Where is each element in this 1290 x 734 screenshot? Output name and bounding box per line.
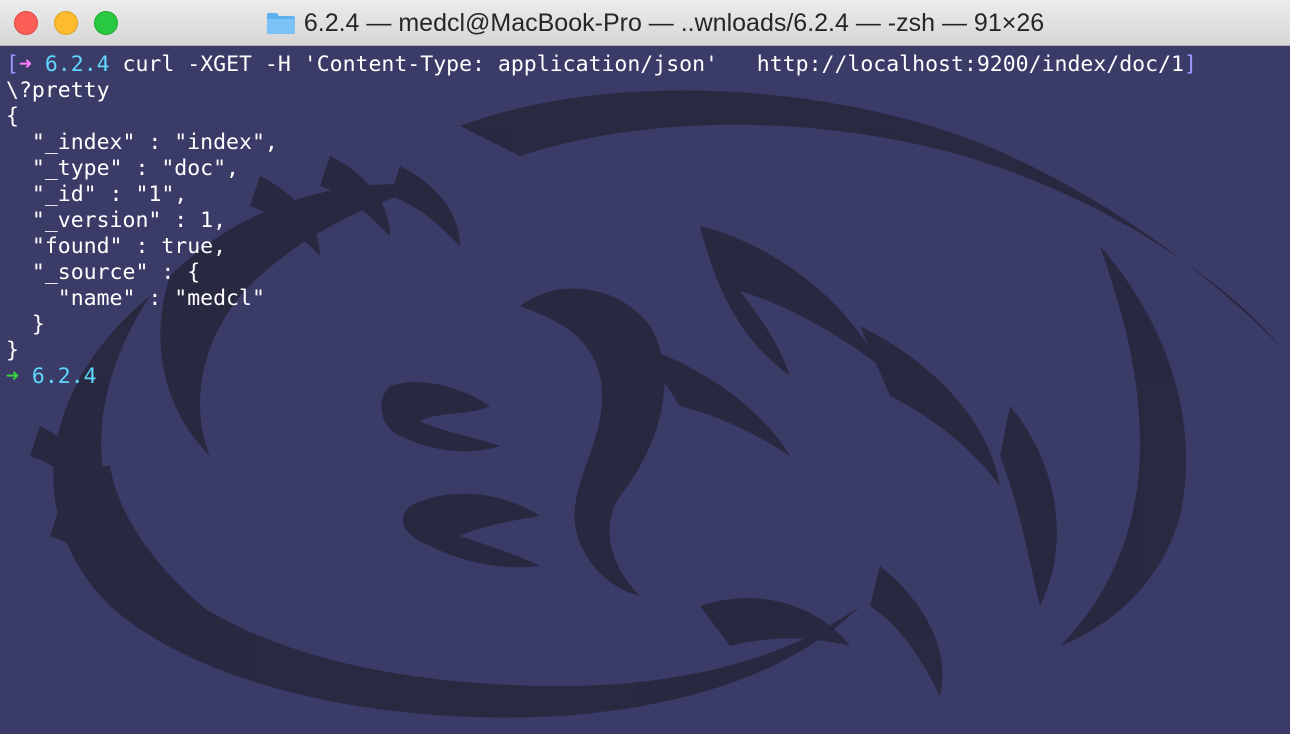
arrow-right-icon: ➜ [18,52,32,77]
prompt-directory: 6.2.4 [31,364,97,389]
output-line: "_index" : "index", [6,130,278,155]
current-prompt-line[interactable]: ➜ 6.2.4 [6,364,1197,390]
prompt-bracket-left: [ [6,52,19,77]
prompt-bracket-right: ] [1183,52,1197,77]
terminal-output: [➜ 6.2.4 curl -XGET -H 'Content-Type: ap… [6,52,1197,390]
title-bar[interactable]: 6.2.4 — medcl@MacBook-Pro — ..wnloads/6.… [0,0,1290,46]
window-title-area: 6.2.4 — medcl@MacBook-Pro — ..wnloads/6.… [0,0,1290,46]
command-text: curl -XGET -H 'Content-Type: application… [109,52,1184,77]
output-line: \?pretty [6,78,110,103]
output-line: } [6,312,45,337]
folder-icon [266,13,295,34]
output-line: "_source" : { [6,260,201,285]
prompt-directory: 6.2.4 [44,52,110,77]
terminal-pane[interactable]: [➜ 6.2.4 curl -XGET -H 'Content-Type: ap… [0,46,1290,734]
terminal-window: 6.2.4 — medcl@MacBook-Pro — ..wnloads/6.… [0,0,1290,734]
output-line: "name" : "medcl" [6,286,265,311]
window-title: 6.2.4 — medcl@MacBook-Pro — ..wnloads/6.… [303,8,1045,37]
arrow-right-icon: ➜ [6,364,19,389]
output-line: "found" : true, [6,234,227,259]
output-line: "_version" : 1, [6,208,227,233]
output-line: } [6,338,19,363]
command-line: [➜ 6.2.4 curl -XGET -H 'Content-Type: ap… [6,52,1197,78]
output-line: "_id" : "1", [6,182,188,207]
output-line: { [6,104,19,129]
output-line: "_type" : "doc", [6,156,239,181]
